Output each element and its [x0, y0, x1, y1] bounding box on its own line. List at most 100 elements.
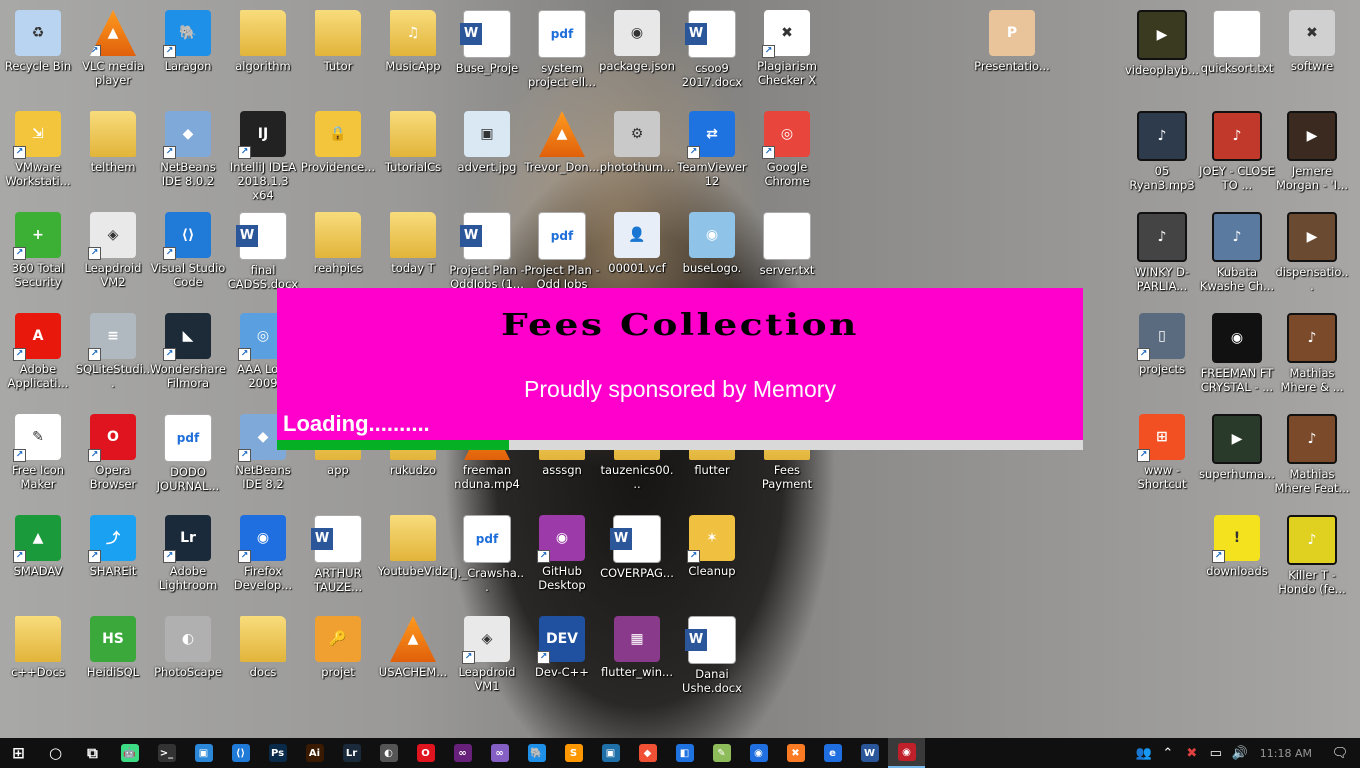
desktop-icon[interactable]: ◉ ↗ GitHub Desktop: [524, 509, 600, 609]
desktop-icon[interactable]: COVERPAG...: [599, 509, 675, 609]
desktop-icon[interactable]: 🔑 projet: [300, 610, 376, 710]
desktop-icon[interactable]: ⚙ photothum...: [599, 105, 675, 205]
desktop-icon[interactable]: pdf [J._Crawsha...: [449, 509, 525, 609]
desktop-icon[interactable]: ♪ Mathias Mhere Feat...: [1274, 408, 1350, 508]
desktop-icon[interactable]: A ↗ Adobe Applicati...: [0, 307, 76, 407]
desktop-icon[interactable]: ▶ dispensatio...: [1274, 206, 1350, 306]
desktop-icon[interactable]: IJ ↗ IntelliJ IDEA 2018.1.3 x64: [225, 105, 301, 205]
desktop-icon[interactable]: ✶ ↗ Cleanup: [674, 509, 750, 609]
desktop-icon[interactable]: ◐ PhotoScape: [150, 610, 226, 710]
desktop-icon[interactable]: ▲ ↗ SMADAV: [0, 509, 76, 609]
desktop-icon[interactable]: c++Docs: [0, 610, 76, 710]
desktop-icon[interactable]: ◎ ↗ Google Chrome: [749, 105, 825, 205]
desktop-icon[interactable]: docs: [225, 610, 301, 710]
desktop-icon[interactable]: ♪ Mathias Mhere & ...: [1274, 307, 1350, 407]
notification-icon[interactable]: 🗨: [1320, 746, 1360, 761]
desktop-icon[interactable]: Buse_Proje: [449, 4, 525, 104]
desktop-icon[interactable]: ▶ Jemere Morgan - 'I...: [1274, 105, 1350, 205]
desktop-icon[interactable]: ♪ WINKY D-PARLIA...: [1124, 206, 1200, 306]
taskbar-edge-icon[interactable]: e: [814, 738, 851, 768]
desktop-icon[interactable]: ▲ ↗ VLC media player: [75, 4, 151, 104]
desktop-icon[interactable]: ⊞ ↗ www - Shortcut: [1124, 408, 1200, 508]
network-error-icon[interactable]: ✖: [1180, 746, 1204, 761]
taskbar-git-icon[interactable]: ◆: [629, 738, 666, 768]
desktop-icon[interactable]: ⇄ ↗ TeamViewer 12: [674, 105, 750, 205]
desktop-icon[interactable]: ▦ flutter_win...: [599, 610, 675, 710]
desktop-icon[interactable]: ! ↗ downloads: [1199, 509, 1275, 609]
desktop-icon[interactable]: ▣ advert.jpg: [449, 105, 525, 205]
desktop-icon[interactable]: 🐘 ↗ Laragon: [150, 4, 226, 104]
desktop-icon[interactable]: DEV ↗ Dev-C++: [524, 610, 600, 710]
desktop-icon[interactable]: ✎ ↗ Free Icon Maker: [0, 408, 76, 508]
taskbar-photoscape-icon[interactable]: ◐: [370, 738, 407, 768]
desktop-icon[interactable]: ♪ Kubata Kwashe Ch...: [1199, 206, 1275, 306]
desktop-icon[interactable]: ♪ Killer T - Hondo (fe...: [1274, 509, 1350, 609]
desktop-icon[interactable]: TutorialCs: [375, 105, 451, 205]
desktop-icon[interactable]: ♫ MusicApp: [375, 4, 451, 104]
taskbar-vscode-icon[interactable]: ⟨⟩: [222, 738, 259, 768]
desktop-icon[interactable]: ▲ USACHEM...: [375, 610, 451, 710]
taskbar-laragon-icon[interactable]: 🐘: [518, 738, 555, 768]
taskbar-cmd-icon[interactable]: ▣: [592, 738, 629, 768]
taskbar-sublime-icon[interactable]: S: [555, 738, 592, 768]
taskbar-lightroom-icon[interactable]: Lr: [333, 738, 370, 768]
desktop-icon[interactable]: ✖ softwre: [1274, 4, 1350, 104]
desktop-icon[interactable]: ♻ Recycle Bin: [0, 4, 76, 104]
desktop-icon[interactable]: ▶ videoplayb...: [1124, 4, 1200, 104]
desktop-icon[interactable]: ⟨⟩ ↗ Visual Studio Code: [150, 206, 226, 306]
taskbar-notepad-icon[interactable]: ✎: [703, 738, 740, 768]
desktop-icon[interactable]: + ↗ 360 Total Security: [0, 206, 76, 306]
desktop-icon[interactable]: YoutubeVidz: [375, 509, 451, 609]
pdf-document-icon: pdf: [538, 212, 586, 260]
taskbar-xampp-icon[interactable]: ✖: [777, 738, 814, 768]
taskbar-opera-icon[interactable]: O: [407, 738, 444, 768]
desktop-icon[interactable]: ▲ Trevor_Don...: [524, 105, 600, 205]
clock[interactable]: 11:18 AM: [1252, 747, 1320, 760]
desktop-icon[interactable]: P Presentatio...: [974, 4, 1050, 104]
taskbar-java-app-icon[interactable]: ◉: [888, 738, 925, 768]
desktop-icon[interactable]: pdf system project ell...: [524, 4, 600, 104]
taskbar-android-studio-icon[interactable]: 🤖: [111, 738, 148, 768]
desktop-icon[interactable]: ◉ FREEMAN FT CRYSTAL - ...: [1199, 307, 1275, 407]
desktop-icon[interactable]: ≡ ↗ SQLiteStudi...: [75, 307, 151, 407]
desktop-icon[interactable]: ◈ ↗ Leapdroid VM2: [75, 206, 151, 306]
desktop-icon[interactable]: ◉ ↗ Firefox Develop...: [225, 509, 301, 609]
desktop-icon[interactable]: 🔒 Providence...: [300, 105, 376, 205]
desktop-icon[interactable]: ▶ superhuma...: [1199, 408, 1275, 508]
taskbar-teamviewer-icon[interactable]: ◧: [666, 738, 703, 768]
battery-icon[interactable]: ▭: [1204, 746, 1228, 761]
desktop-icon[interactable]: ◉ package.json: [599, 4, 675, 104]
desktop-icon[interactable]: ⇲ ↗ VMware Workstati...: [0, 105, 76, 205]
desktop-icon[interactable]: HS HeidiSQL: [75, 610, 151, 710]
desktop-icon[interactable]: ARTHUR TAUZE...: [300, 509, 376, 609]
desktop-icon[interactable]: ♪ 05 Ryan3.mp3: [1124, 105, 1200, 205]
taskbar-visual-studio-2-icon[interactable]: ∞: [481, 738, 518, 768]
chevron-up-icon[interactable]: ⌃: [1156, 746, 1180, 761]
desktop-icon[interactable]: csoo9 2017.docx: [674, 4, 750, 104]
desktop-icon[interactable]: ✖ ↗ Plagiarism Checker X: [749, 4, 825, 104]
taskbar-control-panel-icon[interactable]: ▣: [185, 738, 222, 768]
taskbar-start-button[interactable]: ⊞: [0, 738, 37, 768]
desktop-icon[interactable]: ◈ ↗ Leapdroid VM1: [449, 610, 525, 710]
desktop-icon[interactable]: ◆ ↗ NetBeans IDE 8.0.2: [150, 105, 226, 205]
taskbar-word-icon[interactable]: W: [851, 738, 888, 768]
taskbar-firefox-icon[interactable]: ◉: [740, 738, 777, 768]
desktop-icon[interactable]: pdf DODO JOURNAL...: [150, 408, 226, 508]
taskbar-task-view-button[interactable]: ⧉: [74, 738, 111, 768]
desktop-icon[interactable]: Lr ↗ Adobe Lightroom: [150, 509, 226, 609]
desktop-icon[interactable]: ♪ JOEY - CLOSE TO ...: [1199, 105, 1275, 205]
desktop-icon[interactable]: Danai Ushe.docx: [674, 610, 750, 710]
taskbar-command-prompt-icon[interactable]: >_: [148, 738, 185, 768]
desktop-icon[interactable]: Tutor: [300, 4, 376, 104]
desktop-icon[interactable]: telthem: [75, 105, 151, 205]
taskbar-photoshop-icon[interactable]: Ps: [259, 738, 296, 768]
desktop-icon[interactable]: ⤴ ↗ SHAREit: [75, 509, 151, 609]
taskbar-visual-studio-icon[interactable]: ∞: [444, 738, 481, 768]
volume-icon[interactable]: 🔊: [1228, 746, 1252, 761]
taskbar-illustrator-icon[interactable]: Ai: [296, 738, 333, 768]
desktop-icon[interactable]: O ↗ Opera Browser: [75, 408, 151, 508]
desktop-icon[interactable]: quicksort.txt: [1199, 4, 1275, 104]
people-icon[interactable]: 👥: [1132, 746, 1156, 761]
desktop-icon[interactable]: algorithm: [225, 4, 301, 104]
taskbar-cortana-button[interactable]: ○: [37, 738, 74, 768]
